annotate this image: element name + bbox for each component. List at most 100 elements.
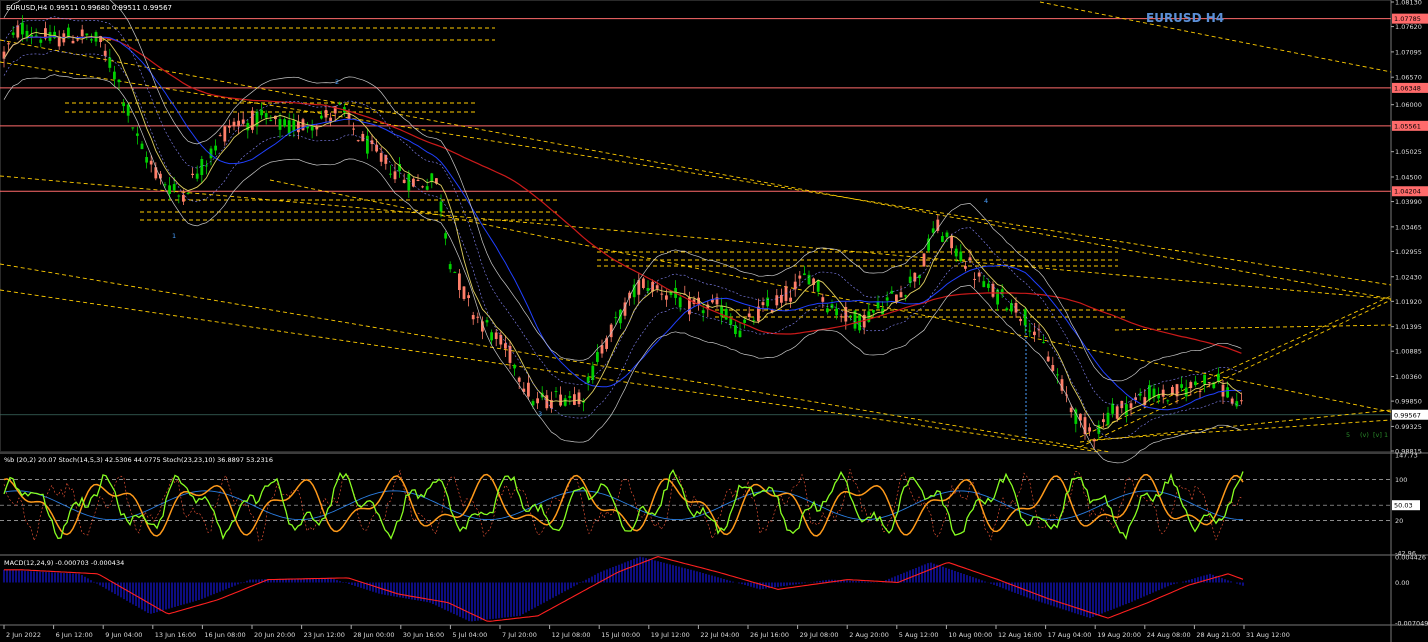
candle-body [977, 272, 981, 277]
candle-body [1226, 387, 1229, 398]
candle-body [425, 186, 429, 190]
candle-body [747, 313, 751, 317]
candle-body [577, 392, 581, 405]
price-tick-label: 1.07095 [1395, 48, 1422, 56]
candle-body [1125, 404, 1128, 416]
price-tick-label: 1.03465 [1395, 223, 1422, 231]
candle-body [830, 304, 834, 309]
candle-body [416, 179, 420, 181]
time-tick-label: 22 Jul 04:00 [700, 631, 739, 639]
time-tick-label: 19 Jul 12:00 [651, 631, 690, 639]
time-tick-label: 2 Aug 20:00 [849, 631, 889, 639]
price-tick-label: 1.00360 [1395, 373, 1422, 381]
candle-body [85, 33, 89, 36]
time-tick-label: 16 Jun 08:00 [204, 631, 245, 639]
stoch-axis-label: 20 [1395, 517, 1403, 525]
candle-body [1129, 403, 1133, 409]
candle-body [1240, 400, 1243, 402]
candle-body [232, 121, 236, 127]
candle-body [1198, 390, 1202, 392]
candle-body [600, 345, 604, 354]
candle-body [186, 192, 190, 194]
candle-body [195, 173, 199, 179]
candle-body [678, 297, 682, 308]
candle-body [738, 330, 742, 338]
time-tick-label: 28 Jun 00:00 [353, 631, 394, 639]
time-tick-label: 24 Aug 08:00 [1147, 631, 1191, 639]
candle-body [1189, 382, 1193, 388]
candle-body [563, 398, 567, 406]
price-tick-label: 1.00885 [1395, 348, 1422, 356]
time-tick-label: 2 Jun 2022 [6, 631, 41, 639]
price-tick-label: 1.03990 [1395, 198, 1422, 206]
candle-body [554, 391, 558, 393]
candle-body [453, 271, 457, 273]
candle-body [982, 281, 986, 288]
candle-body [1010, 303, 1013, 312]
candle-body [16, 25, 20, 38]
time-tick-label: 5 Jul 04:00 [452, 631, 487, 639]
candle-body [1033, 331, 1036, 336]
candle-body [1102, 419, 1105, 423]
stoch-value-label: 50.03 [1394, 502, 1413, 510]
candle-body [1046, 356, 1050, 362]
trading-chart[interactable]: 1.07785 1.06348 1.05561 1.04204 0.99567 1 2 3 4… [0, 0, 1428, 642]
candle-body [568, 395, 572, 398]
candle-body [352, 128, 355, 130]
candle-body [30, 34, 33, 37]
candle-body [182, 194, 185, 202]
candle-body [126, 104, 130, 116]
candle-body [807, 274, 811, 285]
candle-body [821, 297, 825, 302]
price-tick-label: 0.99850 [1395, 398, 1422, 406]
candle-body [218, 135, 222, 137]
candle-body [1217, 373, 1220, 382]
trend-line [269, 179, 1392, 413]
candle-body [145, 157, 148, 163]
candle-body [237, 120, 240, 127]
candle-body [987, 283, 990, 288]
candle-body [163, 184, 167, 186]
candle-body [508, 345, 512, 363]
candle-body [108, 57, 112, 68]
time-tick-label: 9 Jun 04:00 [105, 631, 142, 639]
candle-body [872, 310, 875, 313]
candle-body [389, 173, 392, 175]
time-tick-label: 15 Jul 00:00 [601, 631, 640, 639]
candle-body [945, 232, 949, 238]
candle-body [1019, 318, 1022, 322]
symbol-watermark: EURUSD H4 [1146, 11, 1224, 25]
main-price-panel[interactable] [0, 0, 1428, 642]
candle-body [531, 401, 535, 406]
candle-body [573, 394, 576, 405]
candle-body [324, 109, 328, 118]
candle-body [628, 292, 631, 299]
candle-body [504, 343, 507, 349]
time-tick-label: 31 Aug 12:00 [1246, 631, 1290, 639]
wave-label: 1 [1384, 431, 1388, 439]
stoch-axis-label: 147.73 [1395, 452, 1418, 460]
wave-label: (v) [1360, 431, 1369, 439]
candle-body [918, 275, 921, 279]
price-tick-label: 1.01395 [1395, 323, 1422, 331]
candle-body [448, 264, 452, 270]
price-tick-label: 1.02955 [1395, 248, 1422, 256]
candle-body [140, 143, 144, 150]
time-tick-label: 6 Jun 12:00 [56, 631, 93, 639]
candle-body [402, 179, 406, 183]
candle-body [761, 302, 765, 306]
candle-body [839, 316, 843, 318]
candle-body [320, 115, 323, 119]
candle-body [1005, 308, 1009, 311]
candle-body [701, 310, 705, 314]
candle-body [71, 40, 75, 44]
candle-body [131, 127, 135, 129]
candle-body [950, 236, 953, 249]
candle-body [412, 178, 415, 187]
candle-body [1161, 389, 1165, 397]
candle-body [34, 35, 38, 37]
candle-body [21, 22, 24, 35]
trend-line [1079, 299, 1392, 448]
level-price-label: 1.06348 [1394, 84, 1421, 92]
candle-body [76, 39, 79, 41]
